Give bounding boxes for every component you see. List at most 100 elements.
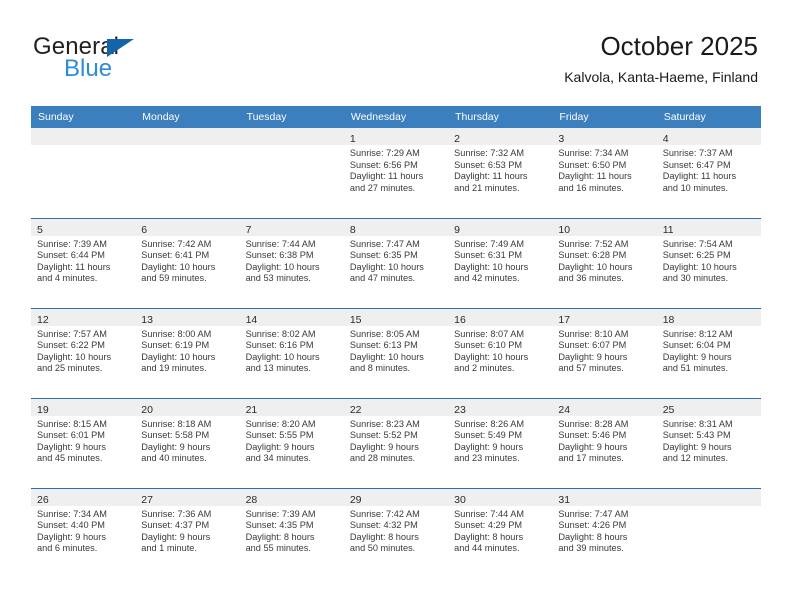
day-number-band: 2 xyxy=(448,128,553,145)
day-detail-line: and 30 minutes. xyxy=(662,273,729,284)
day-detail-line: Daylight: 9 hours xyxy=(558,351,628,362)
calendar-day-cell[interactable]: 26 Sunrise: 7:34 AM Sunset: 4:40 PM Dayligh… xyxy=(31,487,136,578)
day-cell-details: Sunrise: 7:44 AM Sunset: 4:29 PM Daylight:… xyxy=(448,506,552,555)
day-detail-line: Daylight: 10 hours xyxy=(349,351,424,362)
page-title: October 2025 xyxy=(600,31,758,61)
calendar-day-cell[interactable]: 21 Sunrise: 8:20 AM Sunset: 5:55 PM Dayligh… xyxy=(239,397,344,488)
calendar-day-cell[interactable]: 9 Sunrise: 7:49 AM Sunset: 6:31 PM Daylight… xyxy=(448,217,553,308)
day-cell-inner: 2 Sunrise: 7:32 AM Sunset: 6:53 PM Daylight… xyxy=(448,128,553,218)
calendar-table: Sunday Monday Tuesday Wednesday Thursday Frid… xyxy=(31,106,761,578)
day-detail-line: Sunset: 6:16 PM xyxy=(245,340,314,351)
day-cell-inner: 3 Sunrise: 7:34 AM Sunset: 6:50 PM Daylight… xyxy=(552,128,657,218)
day-cell-details xyxy=(135,145,239,148)
day-number: 31 xyxy=(558,493,571,506)
day-cell-inner: 6 Sunrise: 7:42 AM Sunset: 6:41 PM Daylight… xyxy=(135,218,240,308)
calendar-day-cell[interactable]: 25 Sunrise: 8:31 AM Sunset: 5:43 PM Dayligh… xyxy=(656,397,761,488)
day-detail-line: Sunrise: 8:00 AM xyxy=(141,328,212,339)
calendar-day-cell[interactable]: 1 Sunrise: 7:29 AM Sunset: 6:56 PM Daylight… xyxy=(343,128,449,218)
calendar-day-cell[interactable]: 11 Sunrise: 7:54 AM Sunset: 6:25 PM Dayligh… xyxy=(656,217,761,308)
general-blue-logo[interactable]: General Blue xyxy=(33,34,263,90)
day-detail-line: Daylight: 10 hours xyxy=(245,351,320,362)
day-cell-details: Sunrise: 8:23 AM Sunset: 5:52 PM Daylight:… xyxy=(344,416,448,465)
day-detail-line: Daylight: 10 hours xyxy=(37,351,112,362)
calendar-day-cell[interactable]: 18 Sunrise: 8:12 AM Sunset: 6:04 PM Dayligh… xyxy=(656,307,761,398)
day-number: 28 xyxy=(245,493,258,506)
day-detail-line: Sunset: 4:32 PM xyxy=(349,520,418,531)
calendar-day-cell[interactable]: 29 Sunrise: 7:42 AM Sunset: 4:32 PM Dayligh… xyxy=(343,487,449,578)
day-cell-inner: 5 Sunrise: 7:39 AM Sunset: 6:44 PM Daylight… xyxy=(31,218,136,308)
calendar-day-cell[interactable]: 16 Sunrise: 8:07 AM Sunset: 6:10 PM Dayligh… xyxy=(448,307,553,398)
calendar-day-cell[interactable]: 19 Sunrise: 8:15 AM Sunset: 6:01 PM Dayligh… xyxy=(31,397,136,488)
calendar-page: General Blue October 2025 Kalvola, Kanta… xyxy=(0,0,792,612)
calendar-day-cell[interactable]: 31 Sunrise: 7:47 AM Sunset: 4:26 PM Dayligh… xyxy=(552,487,657,578)
day-detail-line: Sunrise: 8:26 AM xyxy=(454,418,525,429)
day-number-band: 27 xyxy=(135,488,240,506)
day-detail-line: Daylight: 8 hours xyxy=(245,531,315,542)
calendar-day-cell[interactable]: 4 Sunrise: 7:37 AM Sunset: 6:47 PM Daylight… xyxy=(656,128,761,218)
day-number-band: 29 xyxy=(343,488,449,506)
calendar-day-cell[interactable]: 10 Sunrise: 7:52 AM Sunset: 6:28 PM Dayligh… xyxy=(552,217,657,308)
day-cell-details: Sunrise: 7:42 AM Sunset: 6:41 PM Daylight:… xyxy=(135,236,239,285)
day-detail-line: Sunrise: 7:57 AM xyxy=(37,328,107,339)
day-cell-inner: 15 Sunrise: 8:05 AM Sunset: 6:13 PM Dayligh… xyxy=(343,308,449,398)
day-detail-line: and 55 minutes. xyxy=(245,543,311,554)
day-cell-details: Sunrise: 7:37 AM Sunset: 6:47 PM Daylight:… xyxy=(657,145,761,194)
day-cell-details: Sunrise: 8:31 AM Sunset: 5:43 PM Daylight:… xyxy=(657,416,761,465)
day-detail-line: Sunrise: 7:36 AM xyxy=(141,508,212,519)
day-cell-inner: 9 Sunrise: 7:49 AM Sunset: 6:31 PM Daylight… xyxy=(448,218,553,308)
day-detail-line: Daylight: 11 hours xyxy=(37,261,111,272)
calendar-day-cell-empty xyxy=(31,128,136,218)
day-number: 13 xyxy=(141,313,153,326)
day-detail-line: Sunrise: 8:31 AM xyxy=(662,418,733,429)
day-cell-details: Sunrise: 8:00 AM Sunset: 6:19 PM Daylight:… xyxy=(135,326,239,375)
day-number-band: 23 xyxy=(448,398,553,416)
day-number: 9 xyxy=(454,223,460,236)
day-detail-line: Daylight: 9 hours xyxy=(245,441,315,452)
calendar-day-cell-empty xyxy=(135,128,240,218)
calendar-day-cell[interactable]: 17 Sunrise: 8:10 AM Sunset: 6:07 PM Dayligh… xyxy=(552,307,657,398)
calendar-day-cell[interactable]: 27 Sunrise: 7:36 AM Sunset: 4:37 PM Dayligh… xyxy=(135,487,240,578)
day-cell-inner xyxy=(656,488,761,579)
day-detail-line: and 57 minutes. xyxy=(558,363,624,374)
title-block: October 2025 Kalvola, Kanta-Haeme, Finla… xyxy=(564,30,758,86)
calendar-day-cell[interactable]: 6 Sunrise: 7:42 AM Sunset: 6:41 PM Daylight… xyxy=(135,217,240,308)
calendar-day-cell[interactable]: 28 Sunrise: 7:39 AM Sunset: 4:35 PM Dayligh… xyxy=(239,487,344,578)
calendar-day-cell[interactable]: 20 Sunrise: 8:18 AM Sunset: 5:58 PM Dayligh… xyxy=(135,397,240,488)
day-cell-details: Sunrise: 7:52 AM Sunset: 6:28 PM Daylight:… xyxy=(552,236,656,285)
day-detail-line: Daylight: 9 hours xyxy=(349,441,419,452)
day-detail-line: Sunset: 6:50 PM xyxy=(558,159,627,170)
calendar-day-cell[interactable]: 23 Sunrise: 8:26 AM Sunset: 5:49 PM Dayligh… xyxy=(448,397,553,488)
day-number-band: 4 xyxy=(656,128,761,145)
day-detail-line: Sunset: 6:22 PM xyxy=(37,340,105,351)
calendar-day-cell[interactable]: 3 Sunrise: 7:34 AM Sunset: 6:50 PM Daylight… xyxy=(552,128,657,218)
calendar-day-cell-empty xyxy=(239,128,344,218)
day-detail-line: Sunrise: 7:32 AM xyxy=(454,148,525,158)
calendar-day-cell[interactable]: 14 Sunrise: 8:02 AM Sunset: 6:16 PM Dayligh… xyxy=(239,307,344,398)
calendar-day-cell[interactable]: 7 Sunrise: 7:44 AM Sunset: 6:38 PM Daylight… xyxy=(239,217,344,308)
calendar-day-cell[interactable]: 13 Sunrise: 8:00 AM Sunset: 6:19 PM Dayligh… xyxy=(135,307,240,398)
calendar-day-cell[interactable]: 5 Sunrise: 7:39 AM Sunset: 6:44 PM Daylight… xyxy=(31,217,136,308)
day-detail-line: Sunset: 6:01 PM xyxy=(37,430,105,441)
calendar-day-cell[interactable]: 8 Sunrise: 7:47 AM Sunset: 6:35 PM Daylight… xyxy=(343,217,449,308)
day-cell-inner: 25 Sunrise: 8:31 AM Sunset: 5:43 PM Dayligh… xyxy=(656,398,761,488)
page-subtitle: Kalvola, Kanta-Haeme, Finland xyxy=(564,69,758,85)
day-number-band: 5 xyxy=(31,218,136,236)
day-cell-inner: 11 Sunrise: 7:54 AM Sunset: 6:25 PM Dayligh… xyxy=(656,218,761,308)
day-detail-line: and 28 minutes. xyxy=(349,453,416,464)
day-cell-details: Sunrise: 8:07 AM Sunset: 6:10 PM Daylight:… xyxy=(448,326,552,375)
day-detail-line: Sunset: 6:28 PM xyxy=(558,250,627,261)
calendar-day-cell[interactable]: 2 Sunrise: 7:32 AM Sunset: 6:53 PM Daylight… xyxy=(448,128,553,218)
day-detail-line: and 19 minutes. xyxy=(141,363,207,374)
day-number: 19 xyxy=(37,403,49,416)
calendar-day-cell[interactable]: 24 Sunrise: 8:28 AM Sunset: 5:46 PM Dayligh… xyxy=(552,397,657,488)
calendar-day-cell[interactable]: 30 Sunrise: 7:44 AM Sunset: 4:29 PM Dayligh… xyxy=(448,487,553,578)
day-detail-line: Sunset: 6:53 PM xyxy=(454,159,523,170)
calendar-day-cell[interactable]: 12 Sunrise: 7:57 AM Sunset: 6:22 PM Dayligh… xyxy=(31,307,136,398)
calendar-day-cell[interactable]: 22 Sunrise: 8:23 AM Sunset: 5:52 PM Dayligh… xyxy=(343,397,449,488)
day-detail-line: Sunrise: 8:07 AM xyxy=(454,328,525,339)
day-detail-line: Daylight: 9 hours xyxy=(662,441,732,452)
day-detail-line: Sunrise: 7:37 AM xyxy=(662,148,733,158)
day-detail-line: Daylight: 9 hours xyxy=(37,531,106,542)
day-detail-line: Sunrise: 7:47 AM xyxy=(558,508,629,519)
calendar-day-cell[interactable]: 15 Sunrise: 8:05 AM Sunset: 6:13 PM Dayligh… xyxy=(343,307,449,398)
